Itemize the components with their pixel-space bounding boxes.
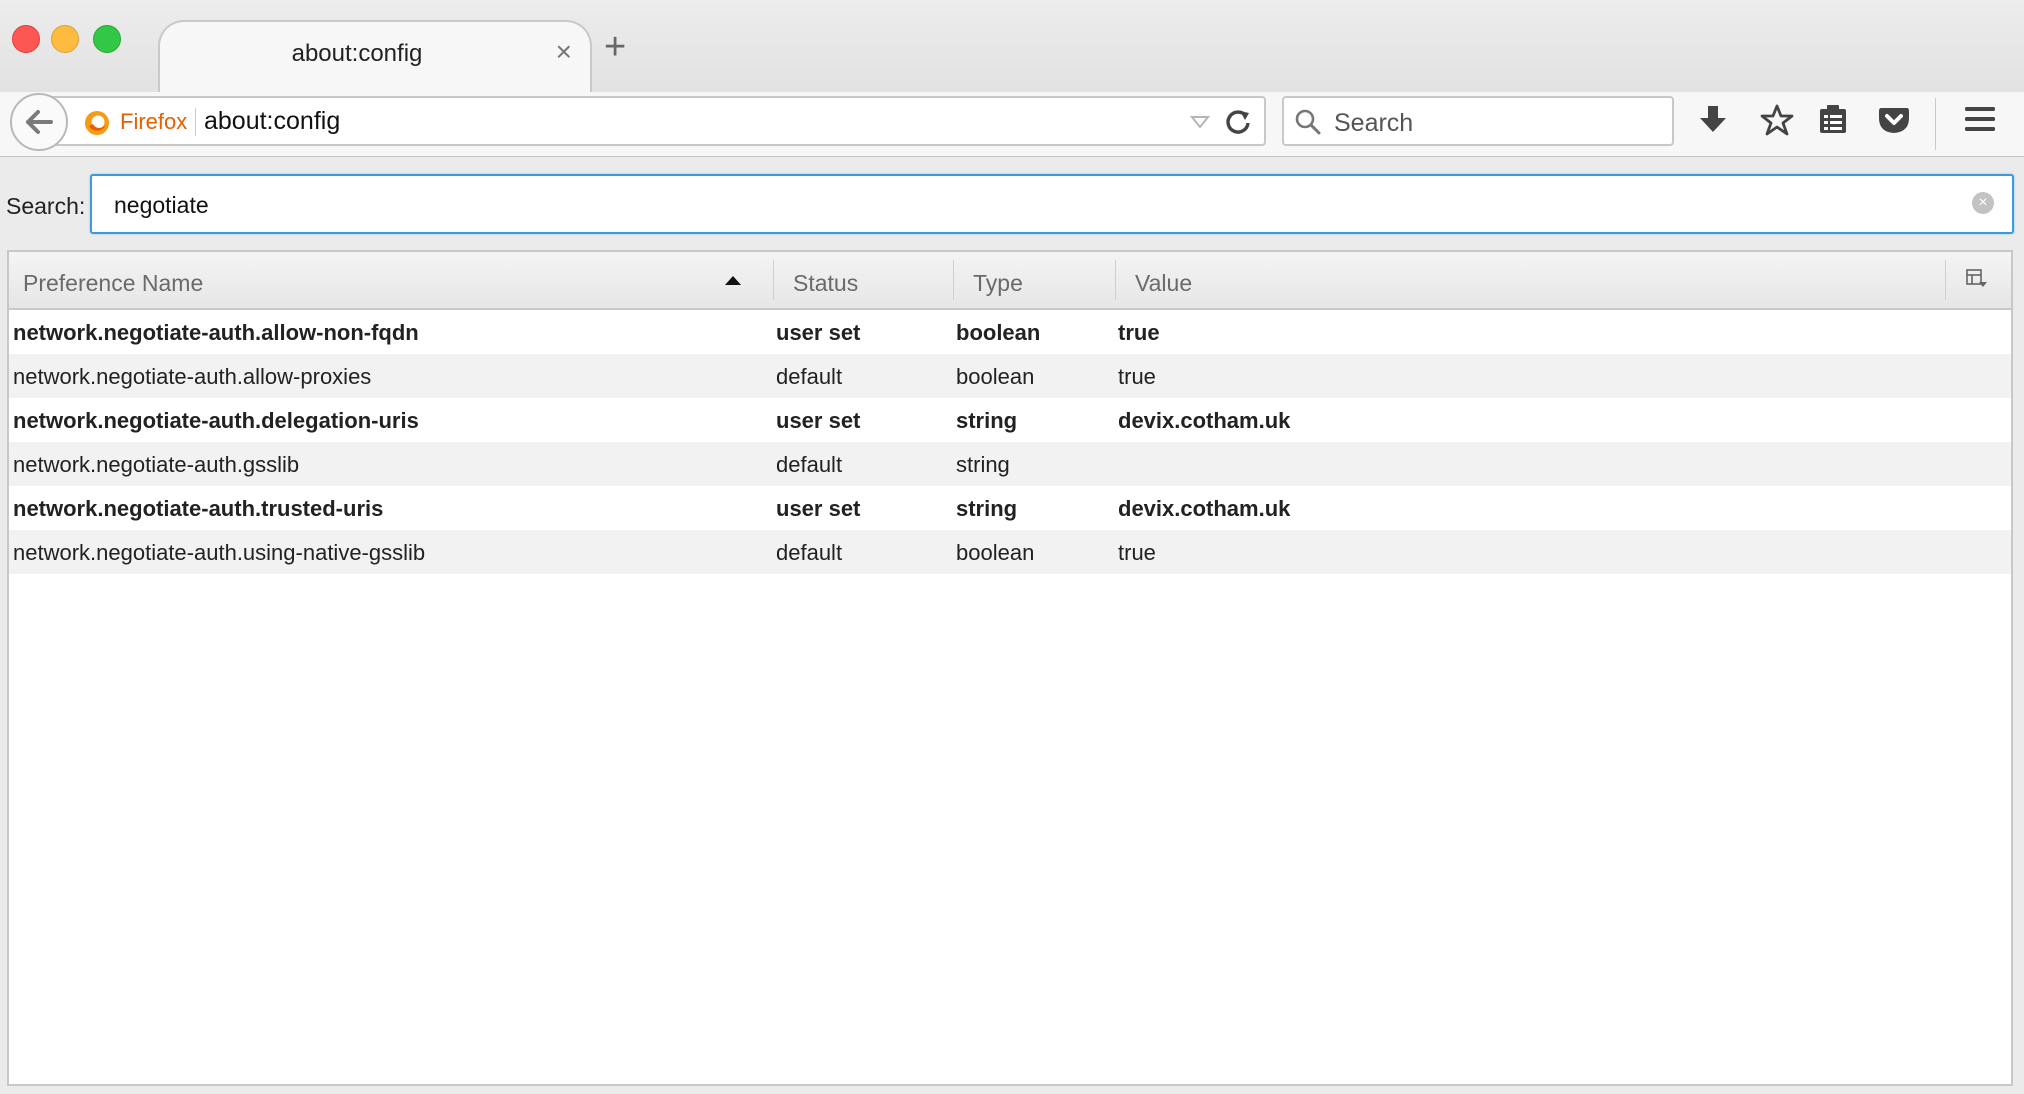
search-icon: [1295, 109, 1321, 135]
table-row[interactable]: network.negotiate-auth.gsslib default stri…: [9, 442, 2011, 486]
window-close-button[interactable]: [12, 25, 40, 53]
value-cell: true: [1118, 364, 1156, 389]
navigation-toolbar: Firefox about:config Search: [0, 92, 2024, 157]
back-button[interactable]: [10, 93, 68, 151]
reading-list-icon[interactable]: [1818, 104, 1848, 136]
type-cell: string: [956, 452, 1010, 477]
preference-name-cell: network.negotiate-auth.using-native-gssl…: [13, 540, 426, 565]
column-header-value[interactable]: Value: [1135, 270, 1192, 297]
column-header-preference-name[interactable]: Preference Name: [23, 270, 203, 297]
value-cell: devix.cotham.uk: [1118, 408, 1291, 433]
preference-search-input[interactable]: negotiate ×: [90, 174, 2014, 234]
column-divider[interactable]: [953, 260, 954, 300]
column-divider[interactable]: [773, 260, 774, 300]
column-divider[interactable]: [1115, 260, 1116, 300]
status-cell: default: [776, 452, 843, 477]
url-bar[interactable]: Firefox about:config: [50, 96, 1266, 146]
clear-search-icon[interactable]: ×: [1972, 192, 1994, 214]
table-header: Preference Name Status Type Value: [9, 252, 2011, 310]
type-cell: string: [956, 496, 1018, 521]
identity-divider: [195, 108, 196, 136]
search-input-value[interactable]: negotiate: [114, 192, 209, 219]
preferences-table: Preference Name Status Type Value networ…: [7, 250, 2013, 1086]
url-text[interactable]: about:config: [204, 107, 340, 136]
type-cell: string: [956, 408, 1018, 433]
status-cell: default: [776, 364, 843, 389]
type-cell: boolean: [956, 540, 1035, 565]
config-page: Search: negotiate × Preference Name Stat…: [0, 157, 2024, 1094]
table-row[interactable]: network.negotiate-auth.allow-non-fqdn use…: [9, 310, 2011, 354]
column-picker-icon[interactable]: [1966, 269, 1988, 289]
pocket-icon[interactable]: [1878, 104, 1910, 136]
dropdown-icon[interactable]: [1190, 115, 1210, 129]
preference-name-cell: network.negotiate-auth.delegation-uris: [13, 408, 419, 433]
preference-name-cell: network.negotiate-auth.allow-non-fqdn: [13, 320, 419, 345]
value-cell: true: [1118, 320, 1160, 345]
web-search-box[interactable]: Search: [1282, 96, 1674, 146]
status-cell: user set: [776, 408, 861, 433]
column-header-status[interactable]: Status: [793, 270, 858, 297]
column-divider[interactable]: [1945, 260, 1946, 300]
status-cell: user set: [776, 496, 861, 521]
window-maximize-button[interactable]: [93, 25, 121, 53]
toolbar-divider: [1935, 98, 1936, 150]
type-cell: boolean: [956, 320, 1041, 345]
tab-about-config[interactable]: about:config ×: [158, 20, 592, 96]
status-cell: default: [776, 540, 843, 565]
firefox-icon: [85, 111, 109, 135]
reload-icon[interactable]: [1224, 108, 1252, 136]
value-cell: devix.cotham.uk: [1118, 496, 1291, 521]
table-row[interactable]: network.negotiate-auth.delegation-uris us…: [9, 398, 2011, 442]
preference-name-cell: network.negotiate-auth.gsslib: [13, 452, 300, 477]
status-cell: user set: [776, 320, 861, 345]
preference-name-cell: network.negotiate-auth.trusted-uris: [13, 496, 384, 521]
table-row[interactable]: network.negotiate-auth.using-native-gssl…: [9, 530, 2011, 574]
back-arrow-icon: [26, 110, 53, 134]
new-tab-button[interactable]: +: [604, 28, 626, 66]
menu-icon[interactable]: [1964, 104, 1996, 134]
table-row[interactable]: network.negotiate-auth.allow-proxies defa…: [9, 354, 2011, 398]
download-icon[interactable]: [1698, 104, 1728, 136]
type-cell: boolean: [956, 364, 1035, 389]
tab-close-icon[interactable]: ×: [556, 36, 572, 68]
sort-ascending-icon: [725, 276, 741, 285]
preference-name-cell: network.negotiate-auth.allow-proxies: [13, 364, 372, 389]
identity-label[interactable]: Firefox: [120, 109, 187, 135]
value-cell: true: [1118, 540, 1156, 565]
table-row[interactable]: network.negotiate-auth.trusted-uris user …: [9, 486, 2011, 530]
title-bar: about:config × +: [0, 0, 2024, 96]
tab-title: about:config: [291, 40, 423, 67]
window-minimize-button[interactable]: [51, 25, 79, 53]
search-label: Search:: [6, 193, 86, 219]
column-header-type[interactable]: Type: [973, 270, 1023, 297]
web-search-placeholder: Search: [1334, 109, 1414, 137]
bookmark-star-icon[interactable]: [1760, 104, 1794, 136]
